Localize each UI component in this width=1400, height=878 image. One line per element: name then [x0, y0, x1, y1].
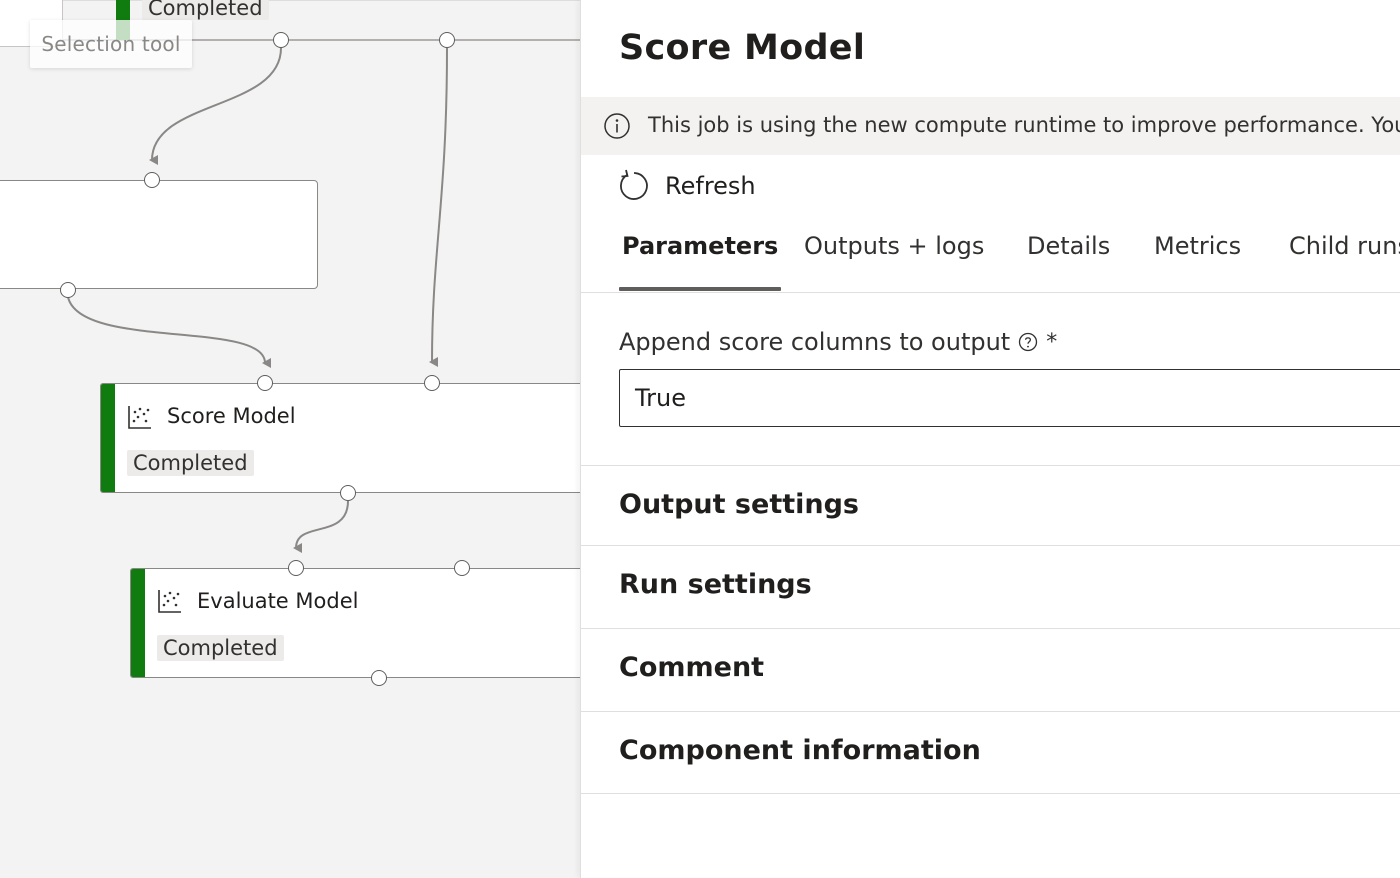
top-node-output-port-1[interactable] [273, 32, 289, 48]
details-panel: Score Model This job is using the new co… [580, 0, 1400, 878]
section-run-settings[interactable]: Run settings [581, 545, 1400, 628]
section-component-information[interactable]: Component information [581, 711, 1400, 794]
section-comment[interactable]: Comment [581, 628, 1400, 711]
panel-title: Score Model [619, 28, 866, 68]
info-banner-text: This job is using the new compute runtim… [648, 113, 1400, 137]
pipeline-canvas[interactable]: Completed Selection tool l Score Model C… [0, 0, 580, 878]
evaluate-model-input-port-1[interactable] [288, 560, 304, 576]
section-label: Output settings [619, 489, 860, 520]
tab-child-runs[interactable]: Child runs [1289, 232, 1400, 290]
section-label: Comment [619, 652, 765, 683]
info-banner: This job is using the new compute runtim… [581, 97, 1400, 155]
tab-details[interactable]: Details [1027, 232, 1110, 290]
top-node-output-port-2[interactable] [439, 32, 455, 48]
evaluate-model-output-port[interactable] [371, 670, 387, 686]
wire-3 [67, 296, 272, 368]
score-model-input-port-2[interactable] [424, 375, 440, 391]
status-stripe [101, 384, 115, 492]
score-model-title: Score Model [167, 404, 296, 428]
selection-tool-tooltip: Selection tool [30, 20, 192, 68]
tab-parameters[interactable]: Parameters [618, 232, 782, 291]
section-label: Component information [619, 735, 981, 766]
top-node-status-badge: Completed [142, 0, 269, 20]
partial-node-input-port[interactable] [144, 172, 160, 188]
section-divider [581, 793, 1400, 794]
tab-outputs-logs[interactable]: Outputs + logs [804, 232, 984, 290]
scatter-chart-icon [158, 590, 181, 613]
status-stripe [131, 569, 145, 677]
refresh-button[interactable]: Refresh [617, 168, 756, 204]
score-model-status-badge: Completed [127, 450, 254, 476]
partial-node[interactable]: l [0, 180, 318, 289]
evaluate-model-status-badge: Completed [157, 635, 284, 661]
scatter-chart-icon [128, 406, 151, 429]
evaluate-model-title: Evaluate Model [197, 589, 359, 613]
required-marker: * [1046, 329, 1058, 355]
tab-metrics[interactable]: Metrics [1154, 232, 1241, 290]
tabs-divider [581, 292, 1400, 293]
partial-node-output-port[interactable] [60, 282, 76, 298]
append-score-columns-dropdown[interactable]: True [619, 369, 1400, 427]
wire-2 [429, 47, 448, 368]
info-icon [604, 113, 630, 139]
parameter-label: Append score columns to output * [619, 328, 1057, 356]
score-model-input-port-1[interactable] [257, 375, 273, 391]
score-model-output-port[interactable] [340, 485, 356, 501]
refresh-icon [620, 169, 648, 200]
partial-node-title: l [0, 201, 1, 225]
evaluate-model-input-port-2[interactable] [454, 560, 470, 576]
help-icon[interactable] [1018, 332, 1038, 352]
parameter-label-text: Append score columns to output [619, 328, 1011, 356]
evaluate-model-node[interactable]: Evaluate Model Completed [130, 568, 580, 678]
score-model-node[interactable]: Score Model Completed [100, 383, 580, 493]
section-output-settings[interactable]: Output settings [581, 465, 1400, 548]
wire-4 [293, 500, 349, 554]
refresh-label: Refresh [665, 172, 756, 200]
section-label: Run settings [619, 569, 812, 600]
